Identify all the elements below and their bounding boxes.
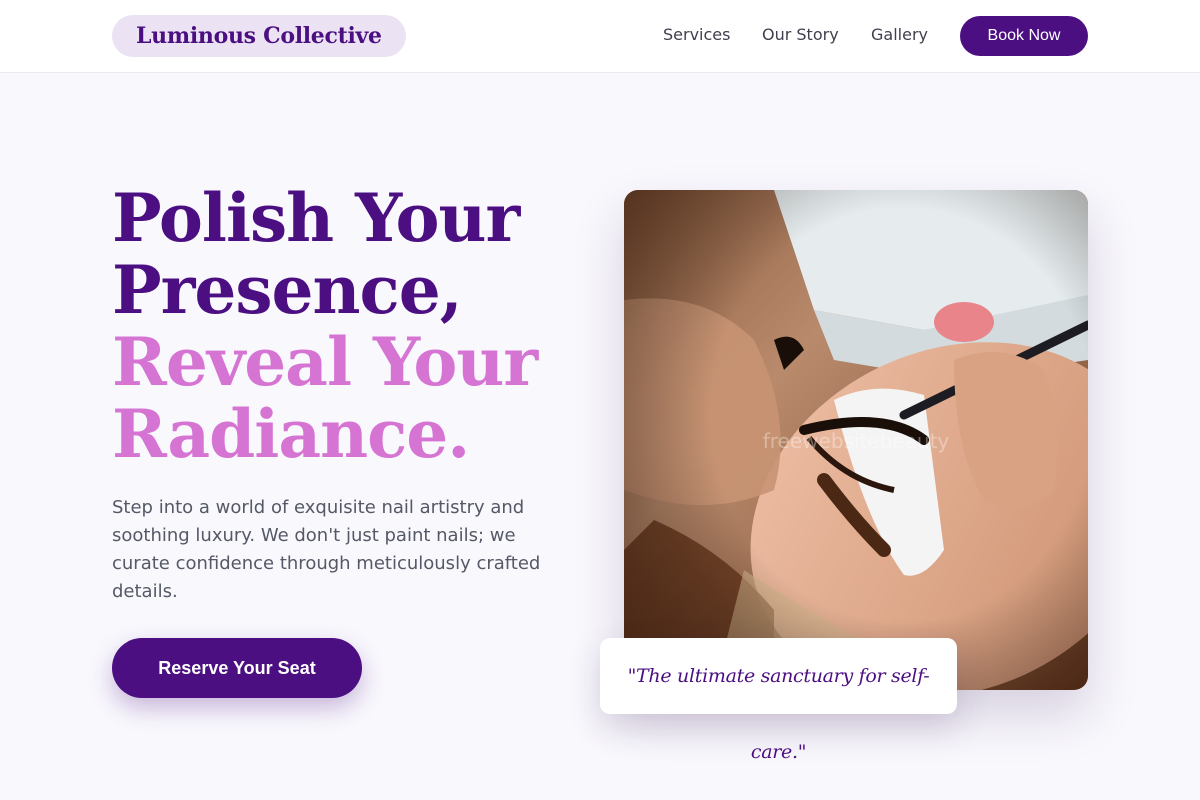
nav-link-services[interactable]: Services bbox=[663, 24, 730, 46]
hero-photo-lash-treatment: freewebsitebeauty bbox=[624, 190, 1088, 690]
headline-line-4: Radiance. bbox=[112, 395, 470, 473]
headline-line-2: Presence, bbox=[112, 251, 463, 329]
testimonial-quote: "The ultimate sanctuary for self-care." bbox=[627, 665, 930, 763]
top-navbar: Luminous Collective Services Our Story G… bbox=[0, 0, 1200, 73]
nav-link-gallery[interactable]: Gallery bbox=[871, 24, 928, 46]
hero-headline: Polish Your Presence, Reveal Your Radian… bbox=[112, 179, 538, 473]
image-watermark: freewebsitebeauty bbox=[763, 429, 950, 453]
book-now-button[interactable]: Book Now bbox=[960, 16, 1088, 56]
nav-link-our-story[interactable]: Our Story bbox=[762, 24, 839, 46]
reserve-seat-button[interactable]: Reserve Your Seat bbox=[112, 638, 362, 698]
headline-line-1: Polish Your bbox=[112, 179, 520, 257]
headline-line-3: Reveal Your bbox=[112, 323, 538, 401]
brand-logo[interactable]: Luminous Collective bbox=[112, 15, 406, 57]
testimonial-quote-card: "The ultimate sanctuary for self-care." bbox=[600, 638, 957, 763]
hero-description: Step into a world of exquisite nail arti… bbox=[112, 497, 541, 602]
